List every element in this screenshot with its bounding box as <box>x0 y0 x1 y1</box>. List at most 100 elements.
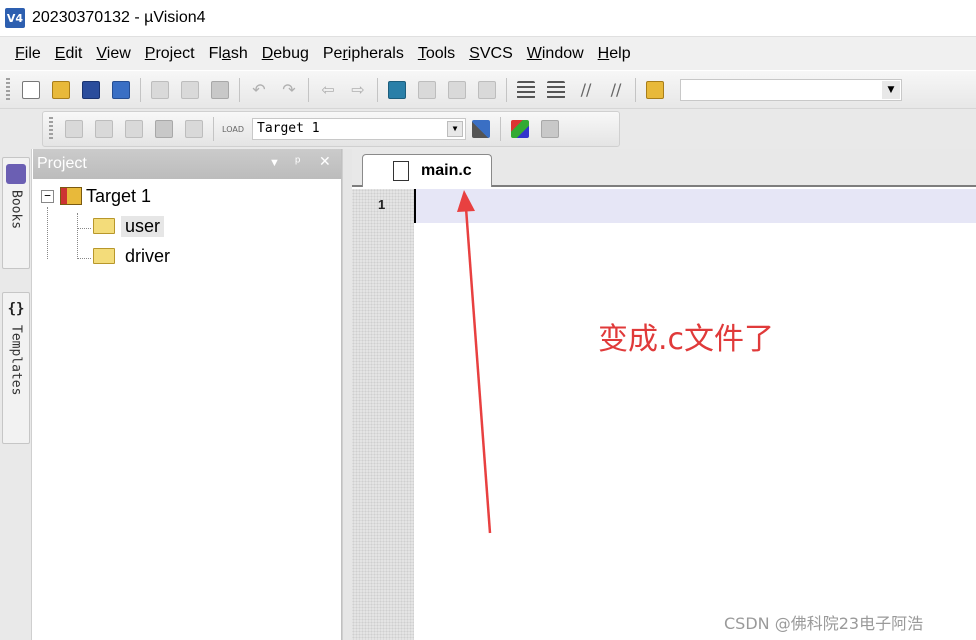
current-line-highlight[interactable] <box>414 189 976 223</box>
tree-item-user[interactable]: user <box>93 211 165 241</box>
uvision-app-icon[interactable]: V4 <box>5 8 25 28</box>
uncomment-icon: // <box>610 79 622 99</box>
menu-accesskey: W <box>526 44 542 62</box>
toolbar-separator <box>506 77 507 102</box>
menu-bar: File Edit View Project Flash Debug Peripherals… <box>0 36 976 70</box>
menu-label-part: ools <box>425 44 456 62</box>
target-options-icon <box>472 120 490 138</box>
menu-peripherals[interactable]: Peripherals <box>316 41 411 67</box>
window-title: 20230370132 - µVision4 <box>32 9 206 26</box>
cut-button[interactable] <box>148 78 172 102</box>
templates-icon: {} <box>7 301 25 317</box>
line-number-gutter <box>352 189 414 640</box>
tab-main-c[interactable]: main.c <box>362 154 492 187</box>
menu-svcs[interactable]: SVCS <box>462 41 520 67</box>
menu-window[interactable]: Window <box>520 41 591 67</box>
menu-help[interactable]: Help <box>591 41 638 67</box>
translate-button[interactable] <box>62 117 86 141</box>
indent-button[interactable] <box>514 78 538 102</box>
panel-menu-icon[interactable]: ▼ <box>269 157 280 169</box>
save-all-button[interactable] <box>109 78 133 102</box>
menu-project[interactable]: Project <box>138 41 202 67</box>
paste-button[interactable] <box>208 78 232 102</box>
rebuild-button[interactable] <box>122 117 146 141</box>
find-in-files-button[interactable] <box>643 78 667 102</box>
chevron-down-icon[interactable]: ▼ <box>882 80 900 99</box>
copy-button[interactable] <box>178 78 202 102</box>
tree-line <box>77 213 78 259</box>
select-packs-icon <box>541 120 559 138</box>
unindent-button[interactable] <box>544 78 568 102</box>
books-icon <box>6 164 26 184</box>
open-button[interactable] <box>49 78 73 102</box>
download-button[interactable]: LOAD <box>221 117 245 141</box>
panel-splitter[interactable] <box>342 149 352 640</box>
bookmark-button[interactable] <box>385 78 409 102</box>
tree-item-label: user <box>121 215 165 237</box>
build-button[interactable] <box>92 117 116 141</box>
indent-icon <box>517 80 535 99</box>
chevron-down-icon[interactable]: ▼ <box>447 121 463 137</box>
manage-components-button[interactable] <box>508 117 532 141</box>
menu-label-part: Fl <box>208 44 222 62</box>
clear-bookmarks-button[interactable] <box>475 78 499 102</box>
menu-accesskey: S <box>469 44 480 62</box>
menu-view[interactable]: View <box>89 41 137 67</box>
navigate-forward-button[interactable]: ⇨ <box>346 78 370 102</box>
batch-build-button[interactable] <box>152 117 176 141</box>
tree-line <box>47 207 48 259</box>
folder-icon <box>93 218 115 234</box>
menu-label-part: ebug <box>273 44 309 62</box>
next-bookmark-icon <box>448 80 466 99</box>
tree-item-driver[interactable]: driver <box>93 241 170 271</box>
prev-bookmark-button[interactable] <box>415 78 439 102</box>
tree-item-target[interactable]: − Target 1 <box>41 181 151 211</box>
books-tab-label: Books <box>8 190 24 230</box>
translate-icon <box>65 120 83 138</box>
redo-button[interactable]: ↷ <box>277 78 301 102</box>
forward-icon: ⇨ <box>351 79 365 99</box>
menu-file[interactable]: File <box>8 41 48 67</box>
books-tab[interactable]: Books <box>2 157 30 269</box>
menu-accesskey: D <box>261 44 274 62</box>
menu-flash[interactable]: Flash <box>202 41 255 67</box>
comment-button[interactable]: // <box>574 78 598 102</box>
pin-icon[interactable]: ᵖ <box>295 153 300 169</box>
editor-tab-strip: main.c <box>352 149 976 187</box>
save-button[interactable] <box>79 78 103 102</box>
back-icon: ⇦ <box>321 79 335 99</box>
find-combobox[interactable]: ▼ <box>680 78 902 101</box>
menu-accesskey: T <box>417 44 426 62</box>
menu-label-part: roject <box>155 44 195 62</box>
download-icon: LOAD <box>222 124 244 134</box>
bookmark-icon <box>388 80 406 99</box>
find-in-files-icon <box>646 80 664 99</box>
target-select[interactable]: Target 1 ▼ <box>252 118 466 140</box>
paste-icon <box>211 80 229 99</box>
watermark: CSDN @佛科院23电子阿浩 <box>724 614 924 633</box>
prev-bookmark-icon <box>418 80 436 99</box>
menu-debug[interactable]: Debug <box>255 41 316 67</box>
menu-accesskey: a <box>221 44 231 62</box>
target-select-value: Target 1 <box>257 121 320 136</box>
select-packs-button[interactable] <box>538 117 562 141</box>
toolbar-grip[interactable] <box>49 117 53 141</box>
collapse-icon[interactable]: − <box>41 189 54 203</box>
navigate-back-button[interactable]: ⇦ <box>316 78 340 102</box>
uncomment-button[interactable]: // <box>604 78 628 102</box>
new-file-button[interactable] <box>19 78 43 102</box>
menu-accesskey: H <box>597 44 610 62</box>
build-icon <box>95 120 113 138</box>
next-bookmark-button[interactable] <box>445 78 469 102</box>
toolbar-grip[interactable] <box>6 77 10 102</box>
stop-build-button[interactable] <box>182 117 206 141</box>
menu-edit[interactable]: Edit <box>48 41 90 67</box>
close-icon[interactable]: ✕ <box>319 153 331 170</box>
undo-button[interactable]: ↶ <box>247 78 271 102</box>
cut-icon <box>151 80 169 99</box>
templates-tab[interactable]: {} Templates <box>2 292 30 444</box>
batch-build-icon <box>155 120 173 138</box>
target-options-button[interactable] <box>469 117 493 141</box>
project-tree: − Target 1 user driver <box>33 179 341 266</box>
menu-tools[interactable]: Tools <box>411 41 462 67</box>
